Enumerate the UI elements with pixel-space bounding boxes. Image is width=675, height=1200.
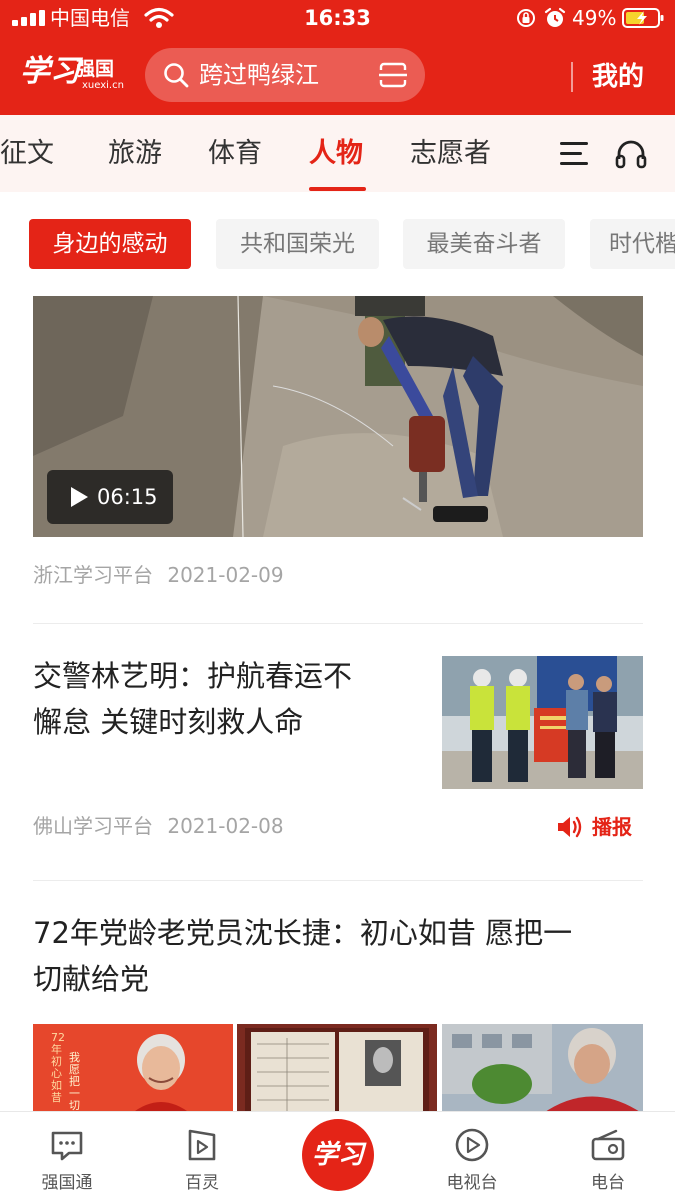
video-duration-badge: 06:15 [47, 470, 173, 524]
nav-label: 百灵 [185, 1173, 219, 1193]
article-title-line: 切献给党 [33, 962, 150, 996]
article-source: 佛山学习平台 [33, 814, 153, 838]
radio-icon [591, 1129, 625, 1161]
video-play-icon [188, 1129, 216, 1161]
header-divider [571, 62, 573, 92]
chat-icon [51, 1131, 83, 1161]
nav-item-study-home[interactable]: 学习 [302, 1119, 374, 1191]
battery-percent: 49% [572, 6, 617, 30]
menu-icon[interactable] [558, 139, 590, 169]
party-certificate-photo [245, 1028, 429, 1114]
logo-domain: xuexi.cn [82, 80, 124, 91]
broadcast-button[interactable]: 播报 [556, 813, 636, 841]
top-header: 中国电信 16:33 49% 学习 强国 xuexi.cn 跨过鸭绿江 我的 [0, 0, 675, 115]
article-divider [33, 623, 643, 624]
battery-icon [622, 8, 664, 28]
subtab-best-strivers[interactable]: 最美奋斗者 [403, 219, 565, 269]
elderly-woman-portrait [131, 1034, 191, 1114]
tab-travel[interactable]: 旅游 [108, 137, 162, 171]
subtab-era-model[interactable]: 时代楷 [590, 219, 675, 269]
article-divider [33, 880, 643, 881]
gallery-image[interactable] [442, 1024, 643, 1114]
tab-sports[interactable]: 体育 [208, 137, 262, 171]
nav-label: 电视台 [446, 1173, 498, 1193]
gallery-image[interactable]: 72年初心如昔 我愿把一切 [33, 1024, 233, 1114]
mine-button[interactable]: 我的 [592, 60, 644, 94]
article-title-line: 交警林艺明：护航春运不 [33, 659, 353, 693]
article-source: 浙江学习平台 [33, 563, 153, 587]
article-date: 2021-02-09 [167, 563, 284, 587]
subtab-touching-around[interactable]: 身边的感动 [29, 219, 191, 269]
nav-label: 电台 [591, 1173, 625, 1193]
elderly-woman-plants-photo [442, 1024, 643, 1114]
nav-label: 强国通 [41, 1173, 93, 1193]
article-title-line: 懈怠 关键时刻救人命 [33, 705, 304, 739]
traffic-police-photo [442, 656, 643, 789]
logo-name: 强国 [76, 58, 115, 80]
nav-item-tv[interactable]: 电视台 [417, 1112, 527, 1200]
status-bar: 中国电信 16:33 49% [0, 0, 675, 38]
article-date: 2021-02-08 [167, 814, 284, 838]
active-tab-indicator [309, 187, 366, 191]
article-meta: 佛山学习平台 2021-02-08 [33, 813, 284, 839]
poster-text: 我愿把一切 [69, 1051, 80, 1112]
nav-item-radio[interactable]: 电台 [553, 1112, 663, 1200]
article-title[interactable]: 交警林艺明：护航春运不 懈怠 关键时刻救人命 [33, 653, 413, 745]
app-screen: 中国电信 16:33 49% 学习 强国 xuexi.cn 跨过鸭绿江 我的 征… [0, 0, 675, 1200]
tv-play-icon [455, 1128, 489, 1162]
study-logo-icon: 学习 [311, 1140, 364, 1170]
video-duration: 06:15 [97, 485, 158, 509]
tab-people[interactable]: 人物 [309, 137, 363, 171]
headphone-icon[interactable] [614, 137, 648, 171]
scan-icon[interactable] [379, 62, 407, 88]
subtab-republic-glory[interactable]: 共和国荣光 [216, 219, 379, 269]
search-bar[interactable]: 跨过鸭绿江 [145, 48, 425, 102]
speaker-icon [558, 816, 582, 838]
tab-essay[interactable]: 征文 [0, 137, 54, 171]
play-icon [71, 487, 88, 507]
search-query: 跨过鸭绿江 [199, 61, 319, 89]
alarm-icon [544, 7, 566, 27]
article-title[interactable]: 72年党龄老党员沈长捷：初心如昔 愿把一 切献给党 [33, 910, 658, 1002]
article-thumbnail[interactable] [442, 656, 643, 789]
broadcast-label: 播报 [592, 815, 632, 839]
app-logo[interactable]: 学习 强国 xuexi.cn [20, 50, 125, 98]
tab-volunteer[interactable]: 志愿者 [410, 137, 491, 171]
nav-item-qiangguotong[interactable]: 强国通 [12, 1112, 122, 1200]
logo-script: 学习 [20, 54, 80, 89]
poster-text: 72年初心如昔 [51, 1031, 65, 1104]
channel-tabs: 征文 旅游 体育 人物 志愿者 [0, 115, 675, 192]
gallery-image[interactable] [237, 1024, 437, 1114]
rotation-lock-icon [517, 9, 535, 27]
nav-item-bailing[interactable]: 百灵 [147, 1112, 257, 1200]
search-icon [164, 63, 189, 88]
article-meta: 浙江学习平台 2021-02-09 [33, 562, 284, 588]
tabs-fade [520, 115, 560, 192]
article-title-line: 72年党龄老党员沈长捷：初心如昔 愿把一 [33, 916, 573, 950]
